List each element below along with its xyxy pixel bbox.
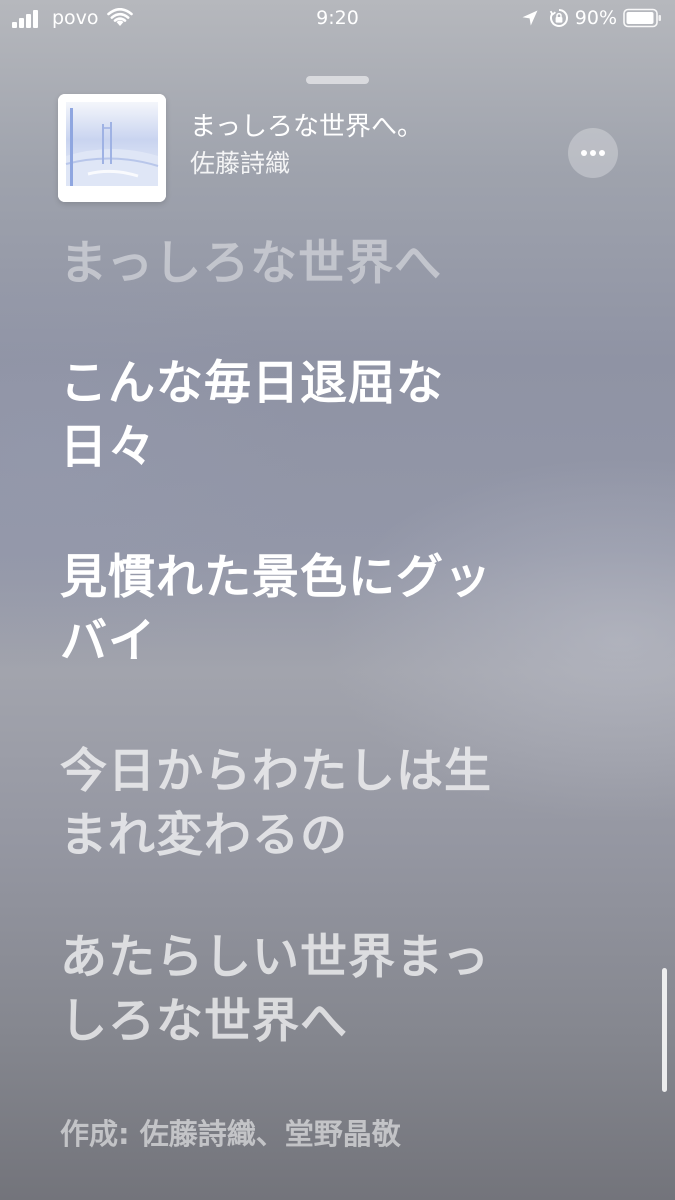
lyric-text: こんな毎日退屈な [60, 356, 444, 411]
lyric-line[interactable]: まっしろな世界へ [60, 232, 620, 296]
lyric-text: バイ [60, 614, 156, 669]
lyrics-view[interactable]: まっしろな世界へ こんな毎日退屈な 日々 見慣れた景色にグッ バイ 今日からわた… [60, 0, 620, 1200]
lyric-text: まっしろな世界へ [60, 236, 443, 291]
lyric-line[interactable]: 今日からわたしは生 まれ変わるの [60, 740, 620, 868]
lyric-line[interactable]: こんな毎日退屈な 日々 [60, 352, 620, 480]
lyric-text: 見慣れた景色にグッ [60, 550, 492, 605]
battery-icon [623, 8, 661, 28]
scroll-indicator[interactable] [662, 968, 667, 1092]
lyric-text: まれ変わるの [60, 808, 348, 863]
lyric-text: あたらしい世界まっ [60, 930, 491, 985]
lyric-line[interactable]: 見慣れた景色にグッ バイ [60, 546, 620, 674]
lyric-text: しろな世界へ [60, 994, 348, 1049]
lyric-text: 今日からわたしは生 [60, 744, 492, 799]
lyrics-credits: 作成: 佐藤詩織、堂野晶敬 [60, 1117, 401, 1151]
lyric-line[interactable]: あたらしい世界まっ しろな世界へ [60, 926, 620, 1054]
lyric-text: 日々 [60, 420, 156, 475]
